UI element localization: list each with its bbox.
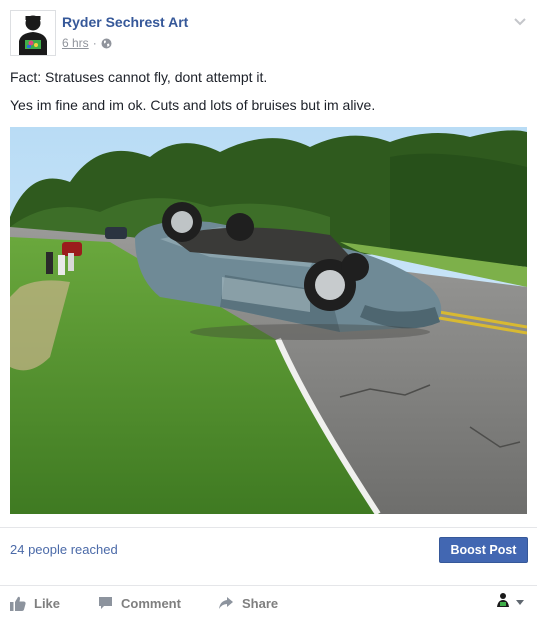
globe-icon[interactable] xyxy=(101,38,112,49)
avatar[interactable] xyxy=(10,10,56,56)
comment-icon xyxy=(98,596,113,610)
comment-button[interactable]: Comment xyxy=(98,594,181,612)
like-button[interactable]: Like xyxy=(10,594,60,612)
share-label: Share xyxy=(242,595,279,611)
post-text-line-1: Fact: Stratuses cannot fly, dont attempt… xyxy=(10,69,268,85)
post-timestamp[interactable]: 6 hrs xyxy=(62,36,89,50)
post-meta: 6 hrs · xyxy=(62,36,112,50)
divider xyxy=(0,527,537,528)
reaction-selector[interactable] xyxy=(495,592,527,610)
people-reached-link[interactable]: 24 people reached xyxy=(10,542,118,557)
meta-separator: · xyxy=(92,36,97,50)
page-name-link[interactable]: Ryder Sechrest Art xyxy=(62,14,188,30)
post-card: Ryder Sechrest Art 6 hrs · Fact: Stratus… xyxy=(0,0,537,624)
share-arrow-icon xyxy=(218,596,234,610)
post-text-line-2: Yes im fine and im ok. Cuts and lots of … xyxy=(10,97,376,113)
divider xyxy=(0,585,537,586)
thumbs-up-icon xyxy=(10,596,26,611)
comment-label: Comment xyxy=(121,595,181,611)
boost-post-button[interactable]: Boost Post xyxy=(439,537,528,563)
chevron-down-icon[interactable] xyxy=(513,14,527,26)
post-photo[interactable] xyxy=(10,127,527,514)
avatar-icon xyxy=(495,591,511,612)
share-button[interactable]: Share xyxy=(218,594,278,612)
like-label: Like xyxy=(34,595,61,611)
chevron-down-icon xyxy=(516,592,524,610)
